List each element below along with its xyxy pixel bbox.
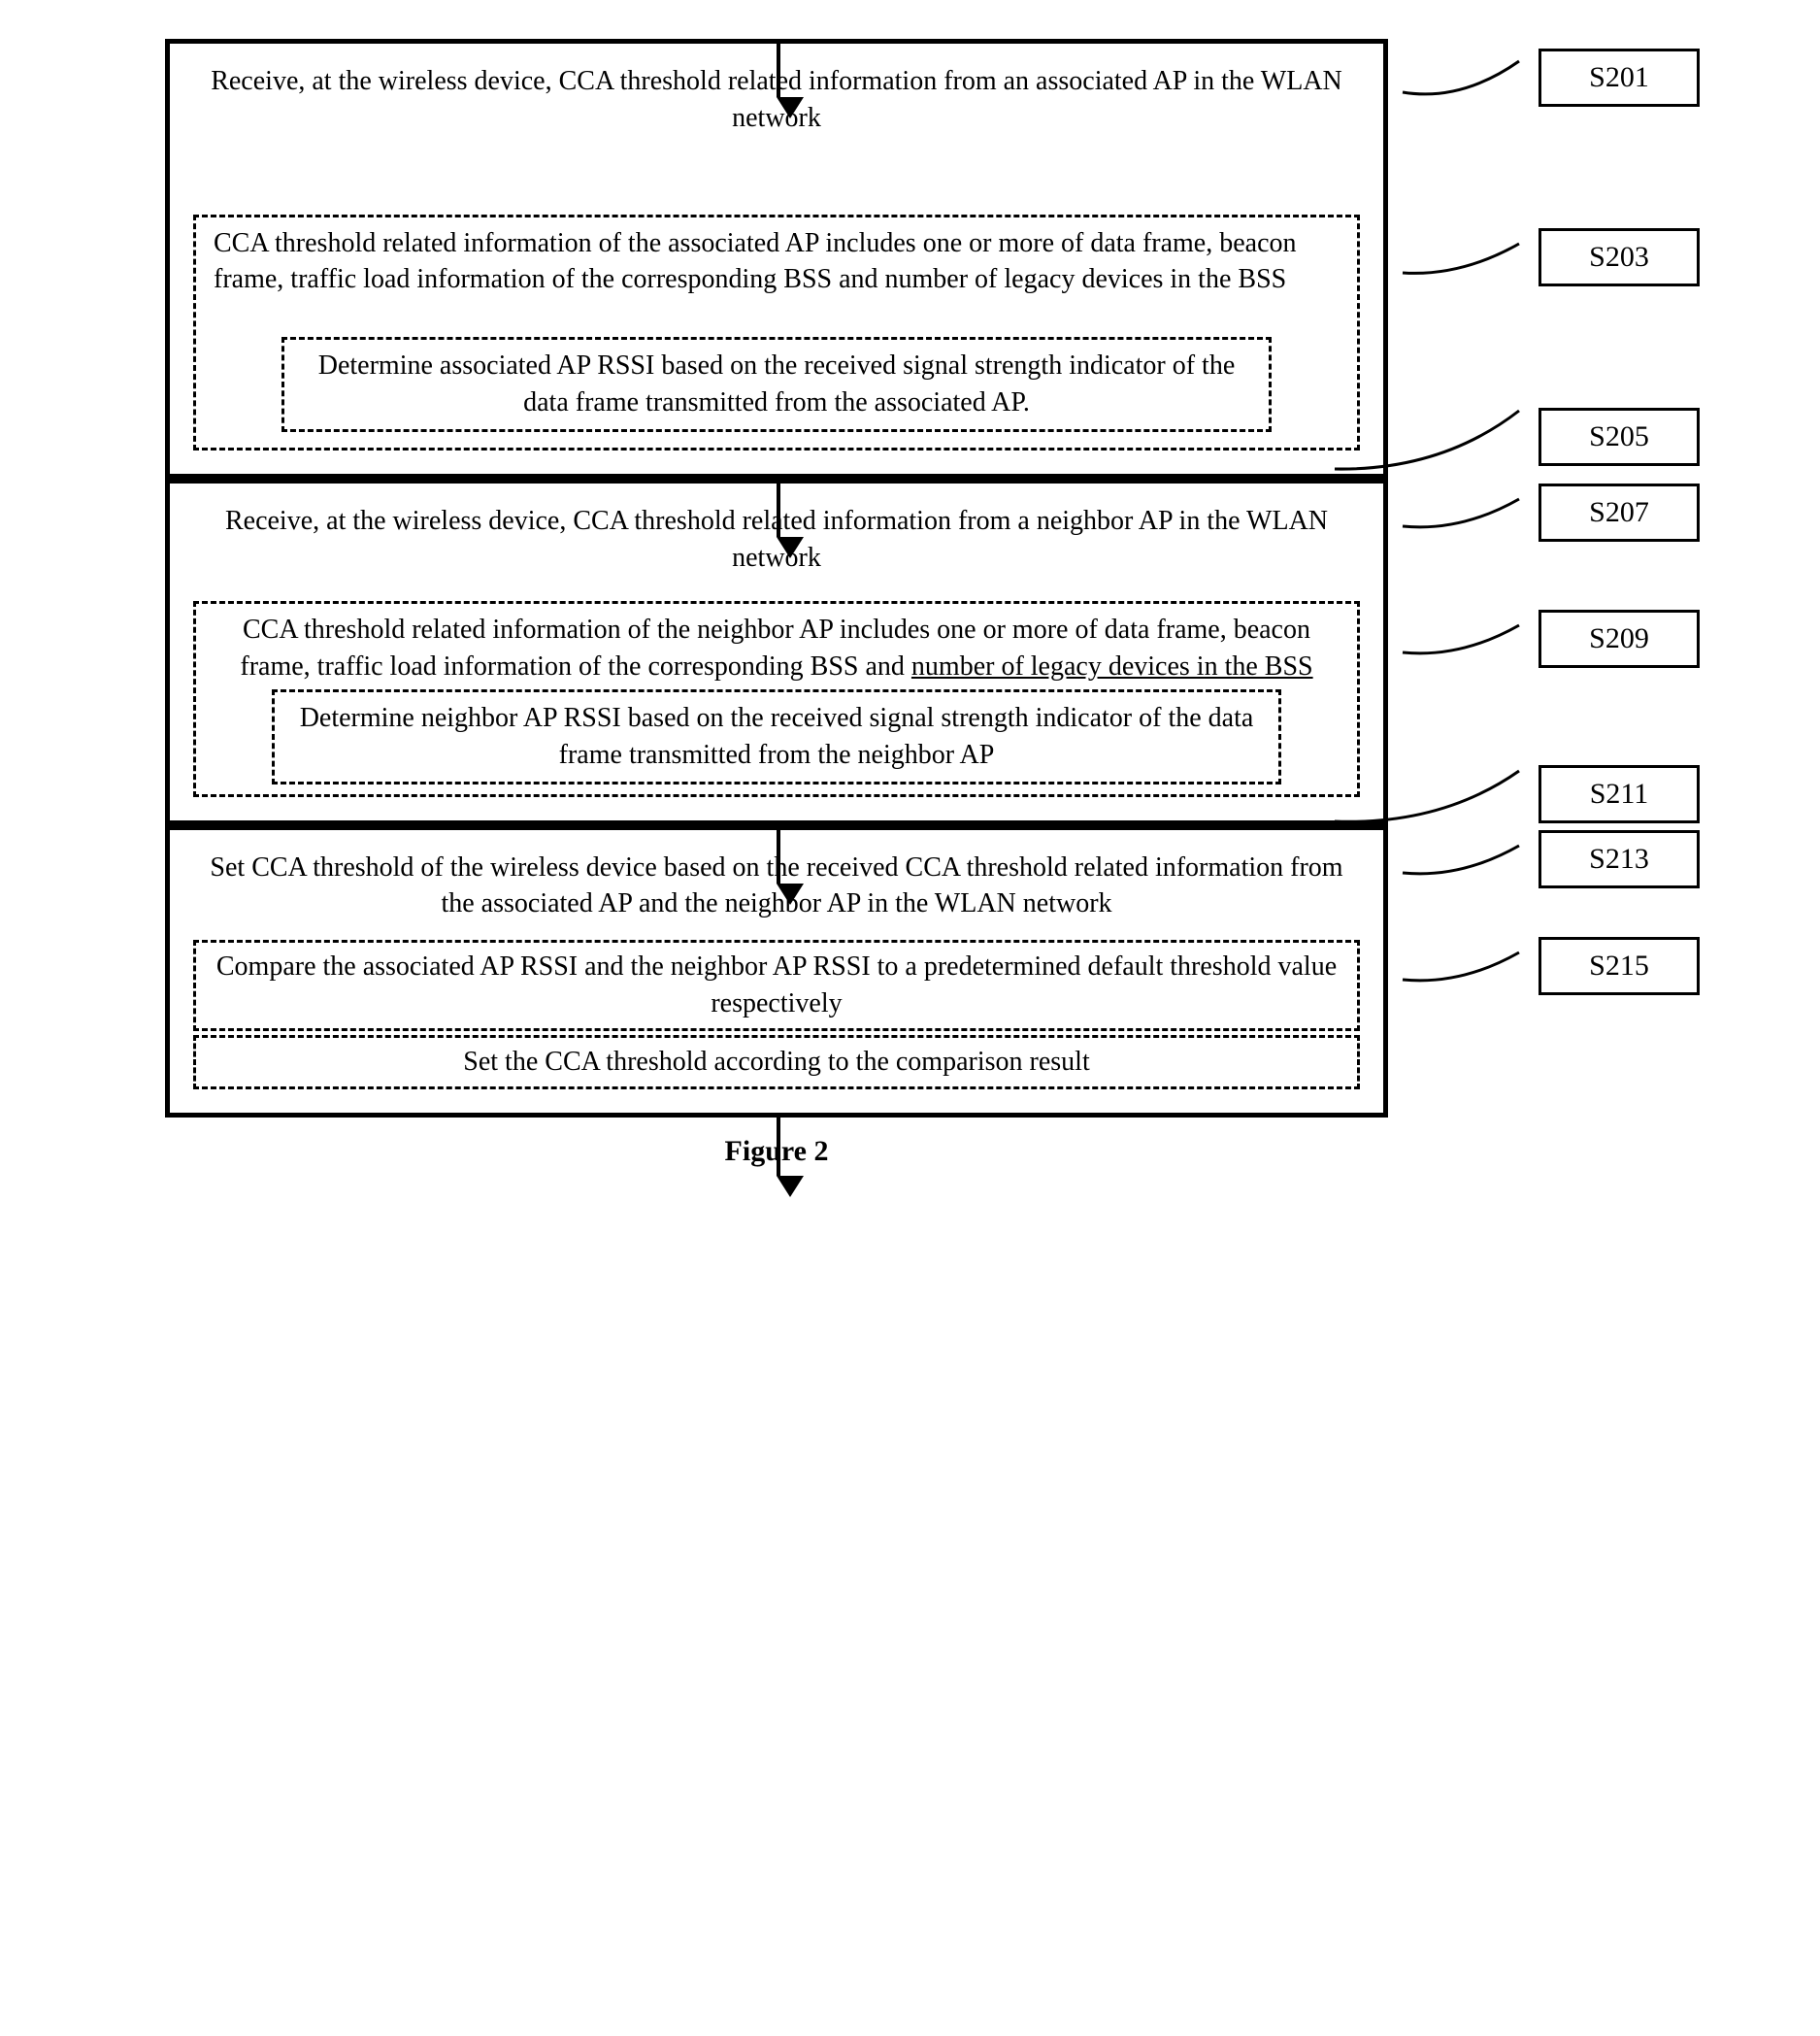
connector-s205 (1403, 393, 1539, 481)
step-s209-text-b: number of legacy devices in the BSS (911, 651, 1313, 682)
label-s207: S207 (1539, 484, 1700, 542)
step-s203-box: CCA threshold related information of the… (193, 215, 1360, 451)
step-s203-text: CCA threshold related information of the… (214, 225, 1340, 299)
label-s209: S209 (1539, 610, 1700, 668)
step-s215b-box: Set the CCA threshold according to the c… (193, 1035, 1360, 1089)
label-s205: S205 (1539, 408, 1700, 466)
step-s201-text: Receive, at the wireless device, CCA thr… (193, 63, 1360, 137)
step-s209-box: CCA threshold related information of the… (193, 601, 1360, 796)
step-s215-text: Compare the associated AP RSSI and the n… (214, 949, 1340, 1022)
label-s215: S215 (1539, 937, 1700, 995)
step-s207-text: Receive, at the wireless device, CCA thr… (193, 503, 1360, 577)
step-s213-box: Set CCA threshold of the wireless device… (165, 825, 1388, 1118)
step-s211-box: Determine neighbor AP RSSI based on the … (272, 689, 1281, 784)
step-s213-text: Set CCA threshold of the wireless device… (193, 850, 1360, 923)
label-s201: S201 (1539, 49, 1700, 107)
connector-s201 (1403, 44, 1539, 112)
label-s211: S211 (1539, 765, 1700, 823)
step-s201-box: Receive, at the wireless device, CCA thr… (165, 39, 1388, 479)
connector-s213 (1403, 830, 1539, 888)
step-s205-box: Determine associated AP RSSI based on th… (281, 337, 1272, 432)
flowchart: Receive, at the wireless device, CCA thr… (97, 39, 1456, 1168)
step-s211-text: Determine neighbor AP RSSI based on the … (292, 700, 1261, 774)
connector-s207 (1403, 484, 1539, 542)
connector-s215 (1403, 937, 1539, 995)
label-s203: S203 (1539, 228, 1700, 286)
step-s207-box: Receive, at the wireless device, CCA thr… (165, 479, 1388, 825)
step-s215-box: Compare the associated AP RSSI and the n… (193, 940, 1360, 1031)
step-s215b-text: Set the CCA threshold according to the c… (214, 1044, 1340, 1081)
connector-s203 (1403, 228, 1539, 286)
step-s205-text: Determine associated AP RSSI based on th… (302, 348, 1251, 421)
connector-s211 (1403, 755, 1539, 833)
connector-s209 (1403, 610, 1539, 668)
label-s213: S213 (1539, 830, 1700, 888)
step-s209-text: CCA threshold related information of the… (214, 612, 1340, 685)
